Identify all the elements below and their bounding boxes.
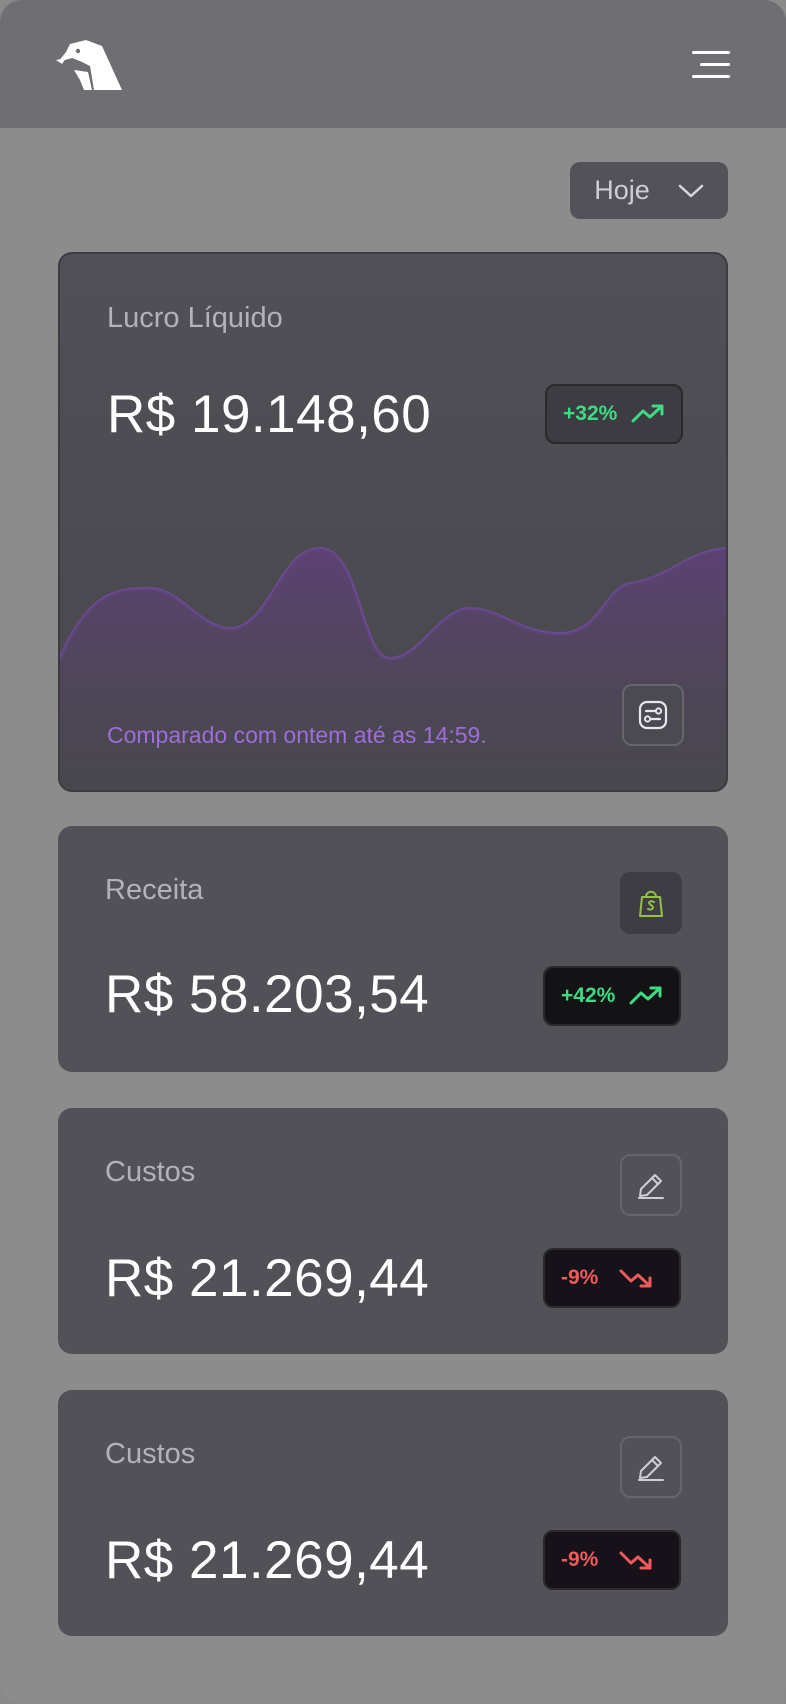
period-selector-label: Hoje xyxy=(594,175,650,205)
trend-up-icon xyxy=(631,404,664,423)
costs-value: R$ 21.269,44 xyxy=(105,1249,430,1308)
revenue-value: R$ 58.203,54 xyxy=(105,965,430,1024)
revenue-card[interactable]: Receita R$ 58.203,54 +42% xyxy=(58,826,728,1072)
pencil-edit-icon xyxy=(638,1174,664,1199)
trend-down-icon xyxy=(619,1551,652,1570)
edit-costs-button[interactable] xyxy=(620,1436,682,1498)
costs-change-badge: -9% xyxy=(543,1248,681,1308)
sliders-settings-icon xyxy=(638,700,668,730)
comparison-note: Comparado com ontem até as 14:59. xyxy=(107,722,487,748)
costs-change: -9% xyxy=(561,1548,599,1571)
net-profit-value: R$ 19.148,60 xyxy=(107,385,432,444)
hamburger-menu-icon[interactable] xyxy=(690,49,730,81)
costs-card[interactable]: Custos R$ 21.269,44 -9% xyxy=(58,1108,728,1354)
chevron-down-icon xyxy=(678,184,704,197)
shopify-source-button[interactable] xyxy=(620,872,682,934)
net-profit-card[interactable]: Lucro Líquido R$ 19.148,60 +32% Comparad… xyxy=(58,252,728,792)
app-root: Hoje Lucro Líquido R$ 19.148,60 +32% Com… xyxy=(0,0,786,1704)
top-bar xyxy=(0,0,786,128)
pencil-edit-icon xyxy=(638,1456,664,1481)
net-profit-change: +32% xyxy=(563,402,618,425)
net-profit-change-badge: +32% xyxy=(545,384,683,444)
revenue-title: Receita xyxy=(105,874,204,906)
trend-down-icon xyxy=(619,1269,652,1288)
eagle-logo-icon[interactable] xyxy=(56,40,124,90)
revenue-change-badge: +42% xyxy=(543,966,681,1026)
costs-card[interactable]: Custos R$ 21.269,44 -9% xyxy=(58,1390,728,1636)
net-profit-title: Lucro Líquido xyxy=(107,302,283,334)
costs-title: Custos xyxy=(105,1156,196,1188)
costs-change: -9% xyxy=(561,1266,599,1289)
costs-value: R$ 21.269,44 xyxy=(105,1531,430,1590)
costs-title: Custos xyxy=(105,1438,196,1470)
edit-costs-button[interactable] xyxy=(620,1154,682,1216)
shopify-bag-icon xyxy=(639,890,663,917)
chart-settings-button[interactable] xyxy=(622,684,684,746)
period-selector[interactable]: Hoje xyxy=(570,162,728,219)
revenue-change: +42% xyxy=(561,984,616,1007)
costs-change-badge: -9% xyxy=(543,1530,681,1590)
trend-up-icon xyxy=(629,986,662,1005)
